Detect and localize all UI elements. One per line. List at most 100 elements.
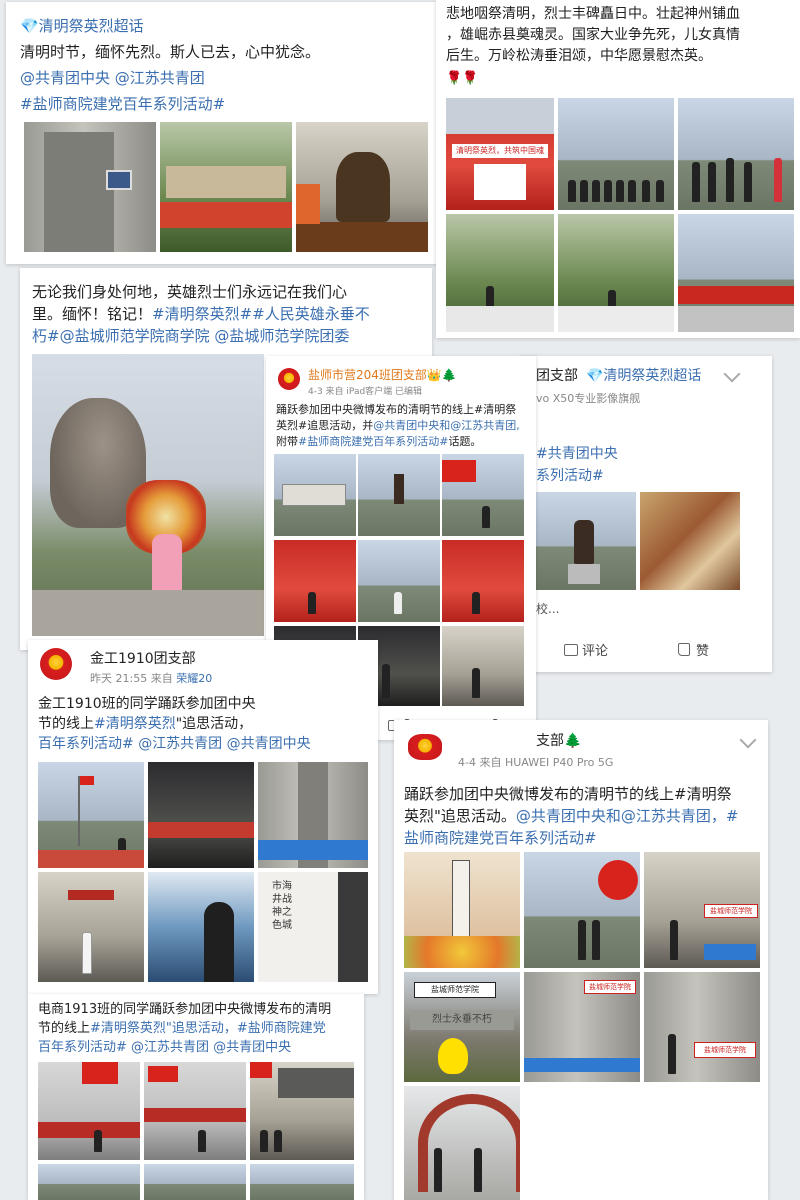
post-card-e: 团支部 💎清明祭英烈超话 vo X50专业影像旗舰 #共青团中央 系列活动# 校… <box>520 356 772 672</box>
post-card-h: 电商1913班的同学踊跃参加团中央微博发布的清明 节的线上#清明祭英烈"追思活动… <box>28 994 364 1200</box>
device-text: vo X50专业影像旗舰 <box>536 392 641 405</box>
post-photo[interactable] <box>144 1062 246 1160</box>
avatar[interactable] <box>278 368 300 390</box>
account-name[interactable]: 盐师市营204班团支部👑🌲 <box>308 366 457 383</box>
hashtag-link[interactable]: #盐师商院建党百年系列活动# <box>20 94 225 115</box>
mention-links[interactable]: @共青团中央和@江苏共青团，# <box>516 807 739 825</box>
post-text: 电商1913班的同学踊跃参加团中央微博发布的清明 <box>38 1002 332 1017</box>
stele-text: 烈士永垂不朽 <box>410 1010 514 1030</box>
post-photo[interactable] <box>296 122 428 252</box>
post-text: 清明时节，缅怀先烈。斯人已去，心中犹念。 <box>20 43 321 61</box>
post-text: 无论我们身处何地，英雄烈士们永远记在我们心 <box>32 283 348 301</box>
hashtag-link[interactable]: 盐师商院建党百年系列活动# <box>404 828 597 849</box>
chevron-down-icon[interactable] <box>723 365 741 383</box>
post-text: 里。缅怀！铭记！#清明祭英烈##人民英雄永垂不 <box>32 304 370 325</box>
mention-links[interactable]: 朽#@盐城师范学院商学院 @盐城师范学院团委 <box>32 326 349 347</box>
like-icon[interactable] <box>678 643 690 656</box>
post-card-g: 支部🌲 4-4 来自 HUAWEI P40 Pro 5G 踊跃参加团中央微博发布… <box>394 720 768 1200</box>
post-photo[interactable] <box>274 540 356 622</box>
post-photo[interactable]: 盐城师范学院 <box>524 972 640 1082</box>
comment-label[interactable]: 评论 <box>582 640 608 659</box>
post-text: 金工1910班的同学踊跃参加团中央 <box>38 696 256 712</box>
post-photo[interactable] <box>404 852 520 968</box>
hashtag-link[interactable]: #清明祭英烈##人民英雄永垂不 <box>152 305 370 323</box>
sign-text: 盐城师范学院 <box>704 904 758 918</box>
hashtag-link[interactable]: 系列活动# <box>536 466 604 487</box>
topic-link[interactable]: 💎清明祭英烈超话 <box>20 16 144 37</box>
post-photo[interactable] <box>38 1062 140 1160</box>
post-photo[interactable]: 盐城师范学院 <box>644 852 760 968</box>
post-meta: 4-3 来自 iPad客户端 已编辑 <box>308 387 423 397</box>
post-photo[interactable] <box>442 540 524 622</box>
post-photo[interactable] <box>38 1164 140 1200</box>
post-text: 英烈#追思活动，并@共青团中央和@江苏共青团, <box>276 418 520 433</box>
post-photo[interactable]: 清明祭英烈，共筑中国魂 <box>446 98 554 210</box>
hashtag-link[interactable]: #盐师商院建党百年系列活动# <box>298 435 448 448</box>
like-label[interactable]: 赞 <box>696 640 709 659</box>
avatar[interactable] <box>40 648 72 680</box>
post-photo[interactable] <box>558 98 674 210</box>
post-text: 节的线上#清明祭英烈"追思活动，#盐师商院建党 <box>38 1019 326 1038</box>
post-photo[interactable] <box>358 540 440 622</box>
hashtag-link[interactable]: 百年系列活动# @江苏共青团 @共青团中央 <box>38 1038 291 1057</box>
post-meta-time: 昨天 21:55 来自 <box>90 672 173 685</box>
mention-links[interactable]: @共青团中央 @江苏共青团 <box>20 68 205 89</box>
chevron-down-icon[interactable] <box>739 731 757 749</box>
account-name[interactable]: 金工1910团支部 <box>90 648 196 668</box>
post-photo[interactable] <box>38 762 144 868</box>
poem-line: 悲地咽祭清明，烈士丰碑矗日中。壮起神州铺血 <box>446 6 740 22</box>
post-text-part: 英烈#追思活动，并 <box>276 419 374 432</box>
avatar[interactable] <box>408 734 442 760</box>
hashtag-link[interactable]: #清明祭英烈 <box>94 716 176 732</box>
post-text-part: 英烈"追思活动。 <box>404 807 516 825</box>
post-photo[interactable] <box>250 1062 354 1160</box>
post-photo[interactable] <box>404 1086 520 1200</box>
statue-photo[interactable] <box>32 354 264 636</box>
post-photo[interactable] <box>446 214 554 332</box>
sign-text: 盐城师范学院 <box>584 980 636 994</box>
post-photo[interactable]: 盐城师范学院 烈士永垂不朽 <box>404 972 520 1082</box>
mention-links[interactable]: @共青团中央和@江苏共青团, <box>373 419 520 432</box>
post-text-part: 节的线上 <box>38 716 94 732</box>
post-card-a: 💎清明祭英烈超话 清明时节，缅怀先烈。斯人已去，心中犹念。 @共青团中央 @江苏… <box>6 2 438 264</box>
poem-line: 后生。万岭松涛垂泪颂，中华愿景慰杰英。 <box>446 48 712 64</box>
topic-link[interactable]: 💎清明祭英烈超话 <box>586 366 701 387</box>
post-photo[interactable] <box>678 98 794 210</box>
post-photo[interactable] <box>250 1164 354 1200</box>
comment-icon[interactable] <box>564 644 578 656</box>
post-card-b: 悲地咽祭清明，烈士丰碑矗日中。壮起神州铺血 ，雄崛赤县奠魂灵。国家大业争先死，儿… <box>436 0 800 338</box>
post-photo[interactable] <box>148 762 254 868</box>
rose-emoji: 🌹🌹 <box>446 71 479 86</box>
mention-link[interactable]: #共青团中央 <box>536 444 618 465</box>
hashtag-link[interactable]: #清明祭英烈"追思活动，#盐师商院建党 <box>90 1021 326 1036</box>
post-photo[interactable] <box>24 122 156 252</box>
post-text-part: 附带 <box>276 435 298 448</box>
hall-board-text: 市海井战神之色城 <box>272 881 292 931</box>
post-photo[interactable] <box>524 852 640 968</box>
post-photo[interactable] <box>274 454 356 536</box>
post-photo[interactable] <box>678 214 794 332</box>
post-photo[interactable] <box>536 492 636 590</box>
mention-links[interactable]: @江苏共青团 @共青团中央 <box>138 736 310 752</box>
post-photo[interactable] <box>148 872 254 982</box>
account-name-tail[interactable]: 团支部 <box>536 366 578 387</box>
post-photo[interactable]: 市海井战神之色城 <box>258 872 368 982</box>
post-card-f: 金工1910团支部 昨天 21:55 来自 荣耀20 金工1910班的同学踊跃参… <box>28 640 378 994</box>
post-photo[interactable] <box>442 454 524 536</box>
post-photo[interactable] <box>358 454 440 536</box>
post-photo[interactable] <box>442 626 524 706</box>
post-photo[interactable]: 盐城师范学院 <box>644 972 760 1082</box>
hashtag-link[interactable]: 百年系列活动# <box>38 736 134 752</box>
post-text: 踊跃参加团中央微博发布的清明节的线上#清明祭 <box>404 785 732 803</box>
account-name-tail[interactable]: 支部🌲 <box>536 730 581 750</box>
post-photo[interactable] <box>640 492 740 590</box>
post-photo[interactable] <box>258 762 368 868</box>
post-photo[interactable] <box>558 214 674 332</box>
more-text[interactable]: 校... <box>536 600 559 617</box>
post-meta: 昨天 21:55 来自 荣耀20 <box>90 670 212 686</box>
post-text-part: 里。缅怀！铭记！ <box>32 305 153 323</box>
post-photo[interactable] <box>160 122 292 252</box>
post-photo[interactable] <box>38 872 144 982</box>
post-photo[interactable] <box>144 1164 246 1200</box>
device-link[interactable]: 荣耀20 <box>176 672 212 685</box>
